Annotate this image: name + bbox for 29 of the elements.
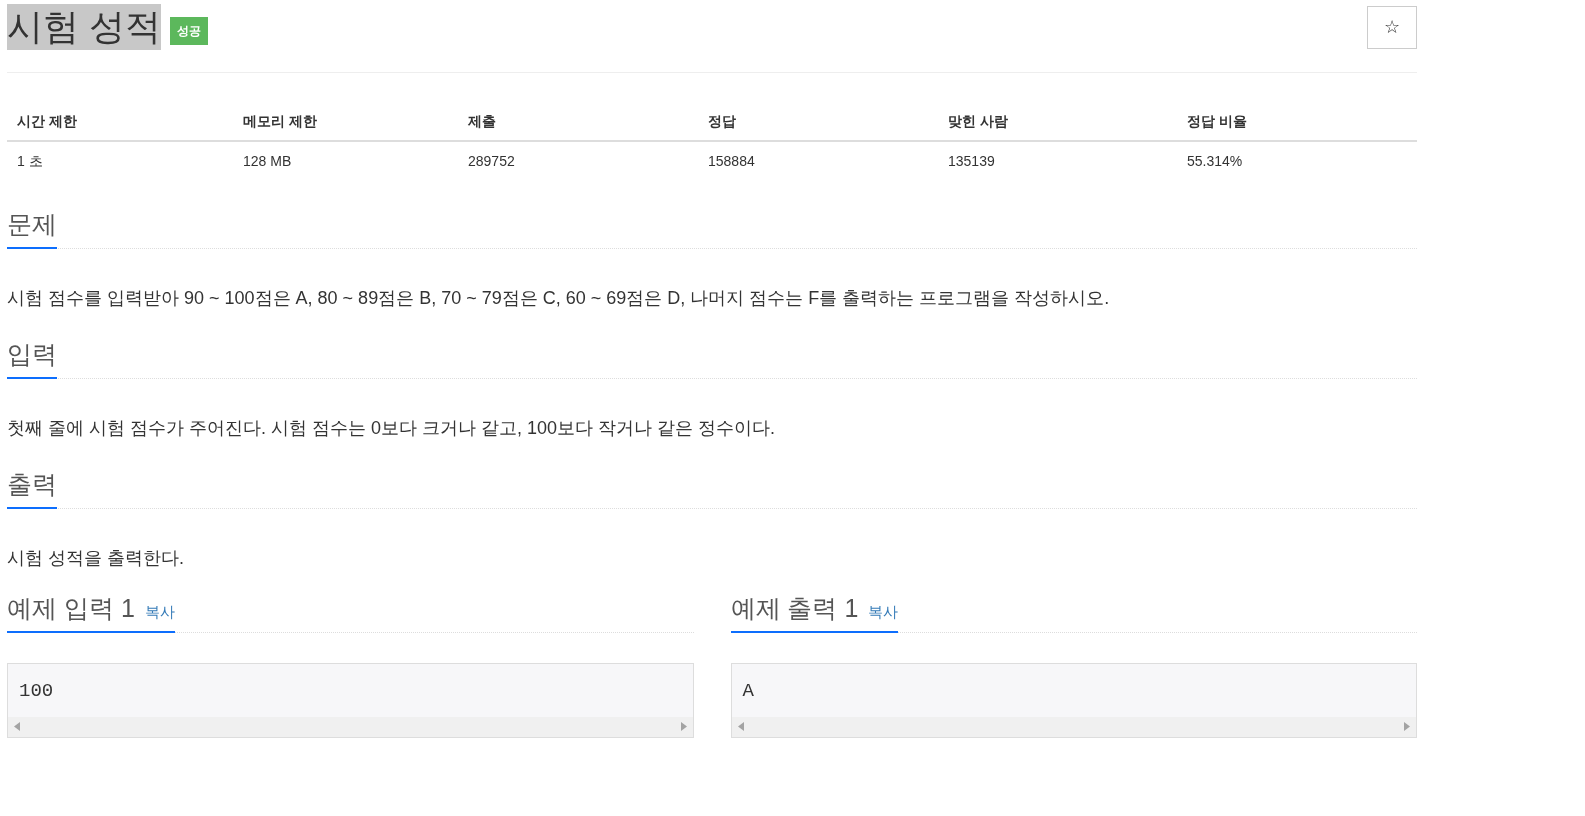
table-cell-text: 289752	[467, 152, 516, 171]
section-heading: 입력	[7, 339, 57, 370]
scrollbar-drawing[interactable]	[731, 716, 1416, 737]
sample-code: A	[741, 679, 755, 704]
column-header: 메모리 제한	[242, 112, 318, 131]
problem-title: 시험 성적	[7, 4, 161, 50]
scrollbar-drawing[interactable]	[8, 716, 693, 737]
section-heading: 출력	[7, 469, 57, 500]
section-heading: 문제	[7, 209, 57, 240]
section-heading: 예제 출력 1	[730, 593, 859, 624]
column-header: 정답	[707, 112, 737, 131]
copy-link[interactable]: 복사	[868, 601, 899, 624]
section-heading: 예제 입력 1	[7, 593, 135, 624]
table-cell-text: 135139	[947, 152, 996, 171]
column-header: 시간 제한	[16, 112, 78, 131]
sample-code: 100	[18, 679, 55, 704]
section-text: 첫째 줄에 시험 점수가 주어진다. 시험 점수는 0보다 크거나 같고, 100보다 작거나 같은 정수이다.	[7, 417, 777, 440]
table-cell-text: 128 MB	[242, 152, 293, 171]
column-header: 정답 비율	[1186, 112, 1248, 131]
section-text: 시험 점수를 입력받아 90 ~ 100점은 A, 80 ~ 89점은 B, 70 ~ 79점은 C, 60 ~ 69점은 D, 나머지 점수는 F를 출력하는 프로그램을 작성하시오.	[7, 287, 1111, 310]
column-header: 맞힌 사람	[947, 112, 1009, 131]
table-cell-text: 1 초	[16, 152, 44, 171]
column-header: 제출	[467, 112, 497, 131]
table-cell-text: 158884	[707, 152, 756, 171]
status-label: 성공	[170, 17, 208, 45]
section-text: 시험 성적을 출력한다.	[7, 547, 185, 570]
copy-link[interactable]: 복사	[144, 601, 175, 624]
star-button[interactable]: ☆	[1367, 6, 1417, 49]
table-cell-text: 55.314%	[1186, 152, 1244, 171]
